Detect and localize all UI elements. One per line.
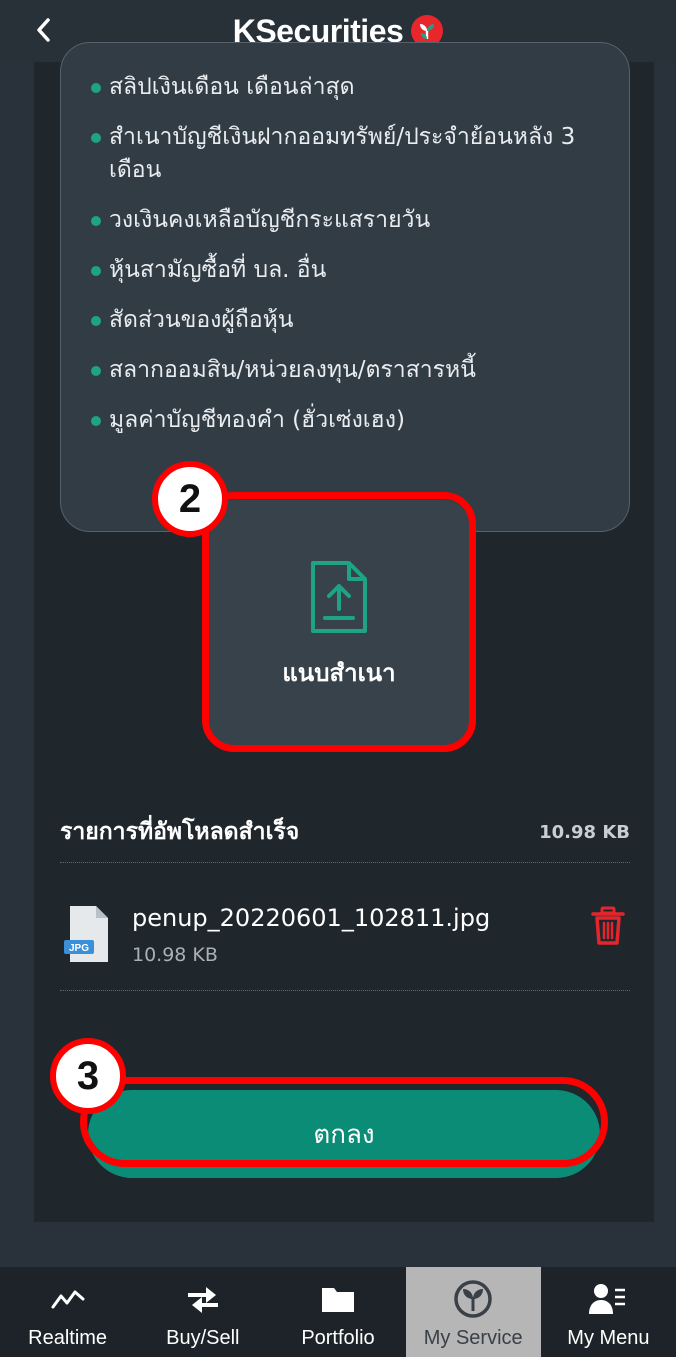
file-type-label: JPG [69,943,89,954]
attach-copy-label: แนบสำเนา [282,658,396,687]
bottom-nav: Realtime Buy/Sell Portfolio My Service M… [0,1267,676,1357]
confirm-button[interactable]: ตกลง [88,1090,600,1178]
attach-copy-button[interactable]: แนบสำเนา [207,500,471,750]
nav-label: Portfolio [301,1327,375,1349]
document-label: วงเงินคงเหลือบัญชีกระแสรายวัน [109,207,431,233]
nav-label: Realtime [28,1327,108,1349]
list-item: มูลค่าบัญชีทองคำ (ฮั่วเซ่งเฮง) [91,404,611,437]
list-item: หุ้นสามัญซื้อที่ บล. อื่น [91,254,611,287]
list-item: สัดส่วนของผู้ถือหุ้น [91,304,611,337]
nav-item-realtime[interactable]: Realtime [0,1267,135,1357]
uploaded-title: รายการที่อัพโหลดสำเร็จ [60,819,300,845]
nav-item-portfolio[interactable]: Portfolio [270,1267,405,1357]
bullet-icon [91,216,101,226]
user-menu-icon [588,1279,628,1319]
document-label: สัดส่วนของผู้ถือหุ้น [109,307,294,333]
bullet-icon [91,83,101,93]
bullet-icon [91,266,101,276]
uploaded-file-row: JPG penup_20220601_102811.jpg 10.98 KB [60,898,630,978]
list-item: สลิปเงินเดือน เดือนล่าสุด [91,71,611,104]
document-list-card: สลิปเงินเดือน เดือนล่าสุด สำเนาบัญชีเงิน… [60,42,630,532]
divider [60,990,630,991]
nav-item-my-menu[interactable]: My Menu [541,1267,676,1357]
divider [60,862,630,863]
document-label: สลิปเงินเดือน เดือนล่าสุด [109,74,355,100]
file-upload-icon [311,560,367,633]
content-panel: สลิปเงินเดือน เดือนล่าสุด สำเนาบัญชีเงิน… [34,42,654,1222]
back-button[interactable] [28,12,58,48]
chevron-left-icon [37,18,50,42]
nav-item-buy-sell[interactable]: Buy/Sell [135,1267,270,1357]
trash-icon[interactable] [590,906,626,946]
bullet-icon [91,133,101,143]
document-list: สลิปเงินเดือน เดือนล่าสุด สำเนาบัญชีเงิน… [91,71,611,454]
step-2-badge: 2 [152,461,228,537]
nav-item-my-service[interactable]: My Service [405,1267,541,1357]
uploaded-section-header: รายการที่อัพโหลดสำเร็จ 10.98 KB [60,814,630,850]
document-label: มูลค่าบัญชีทองคำ (ฮั่วเซ่งเฮง) [109,407,405,433]
file-name: penup_20220601_102811.jpg [132,904,491,932]
list-item: สำเนาบัญชีเงินฝากออมทรัพย์/ประจำย้อนหลัง… [91,121,611,187]
file-size: 10.98 KB [132,944,218,966]
nav-label: Buy/Sell [166,1327,240,1349]
document-label: หุ้นสามัญซื้อที่ บล. อื่น [109,257,327,283]
document-label: สำเนาบัญชีเงินฝากออมทรัพย์/ประจำย้อนหลัง… [109,124,576,183]
folder-icon [318,1279,358,1319]
bullet-icon [91,366,101,376]
document-label: สลากออมสิน/หน่วยลงทุน/ตราสารหนี้ [109,357,476,383]
list-item: วงเงินคงเหลือบัญชีกระแสรายวัน [91,204,611,237]
list-item: สลากออมสิน/หน่วยลงทุน/ตราสารหนี้ [91,354,611,387]
buy-sell-arrows-icon [183,1279,223,1319]
uploaded-total-size: 10.98 KB [539,821,630,843]
jpg-file-icon: JPG [64,906,108,962]
nav-label: My Menu [567,1327,650,1349]
realtime-chart-icon [48,1279,88,1319]
my-service-icon [453,1279,493,1319]
bullet-icon [91,316,101,326]
bullet-icon [91,416,101,426]
nav-label: My Service [423,1327,523,1349]
step-3-badge: 3 [50,1038,126,1114]
